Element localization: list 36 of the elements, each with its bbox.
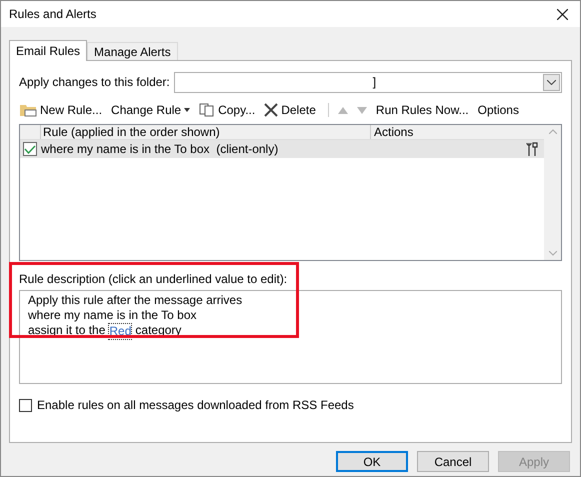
tab[interactable]: Email Rules xyxy=(9,40,88,61)
toolbar-button[interactable]: Run Rules Now... xyxy=(376,101,469,119)
close-icon xyxy=(264,103,278,117)
description-text: where my name is in the To box xyxy=(28,308,197,323)
folder-value: ] xyxy=(372,74,378,91)
checkbox[interactable] xyxy=(23,142,37,156)
copy-icon xyxy=(199,103,216,117)
close-icon[interactable] xyxy=(557,8,568,20)
scrollbar[interactable] xyxy=(544,125,561,260)
rule-row[interactable]: where my name is in the To box (client-only) xyxy=(20,140,544,158)
caret-icon xyxy=(184,108,190,112)
checkbox[interactable] xyxy=(19,398,32,412)
scroll-down-icon[interactable] xyxy=(548,251,556,256)
toolbar-button[interactable]: Options xyxy=(478,101,519,119)
rule-name: where my name is in the To box (client-only) xyxy=(41,141,280,158)
folder-dropdown[interactable]: ] xyxy=(174,72,562,92)
toolbar-button[interactable]: Copy... xyxy=(199,101,256,119)
toolbar-button[interactable]: Change Rule xyxy=(111,101,190,119)
dialog-button[interactable]: Cancel xyxy=(417,451,489,472)
folder-icon xyxy=(19,103,37,117)
tab[interactable]: Manage Alerts xyxy=(87,42,178,60)
toolbar-button[interactable]: New Rule... xyxy=(19,101,102,119)
column-header[interactable]: Actions xyxy=(371,125,544,139)
checkmark-icon xyxy=(24,144,36,154)
description-label: Rule description (click an underlined value to edit): xyxy=(19,271,288,288)
dialog-button[interactable]: OK xyxy=(336,451,408,472)
column-header[interactable]: Rule (applied in the order shown) xyxy=(41,125,371,139)
scroll-up-icon[interactable] xyxy=(548,129,556,134)
checkbox-label: Enable rules on all messages downloaded from RSS Feeds xyxy=(37,397,354,414)
chevron-down-icon xyxy=(547,80,556,84)
window-title: Rules and Alerts xyxy=(9,6,96,23)
tools-icon xyxy=(526,142,538,156)
toolbar-button[interactable]: Delete xyxy=(264,101,329,119)
description-text: Apply this rule after the message arrives xyxy=(28,293,242,308)
folder-label: Apply changes to this folder: xyxy=(19,74,170,91)
value-link[interactable]: Red xyxy=(108,323,132,340)
